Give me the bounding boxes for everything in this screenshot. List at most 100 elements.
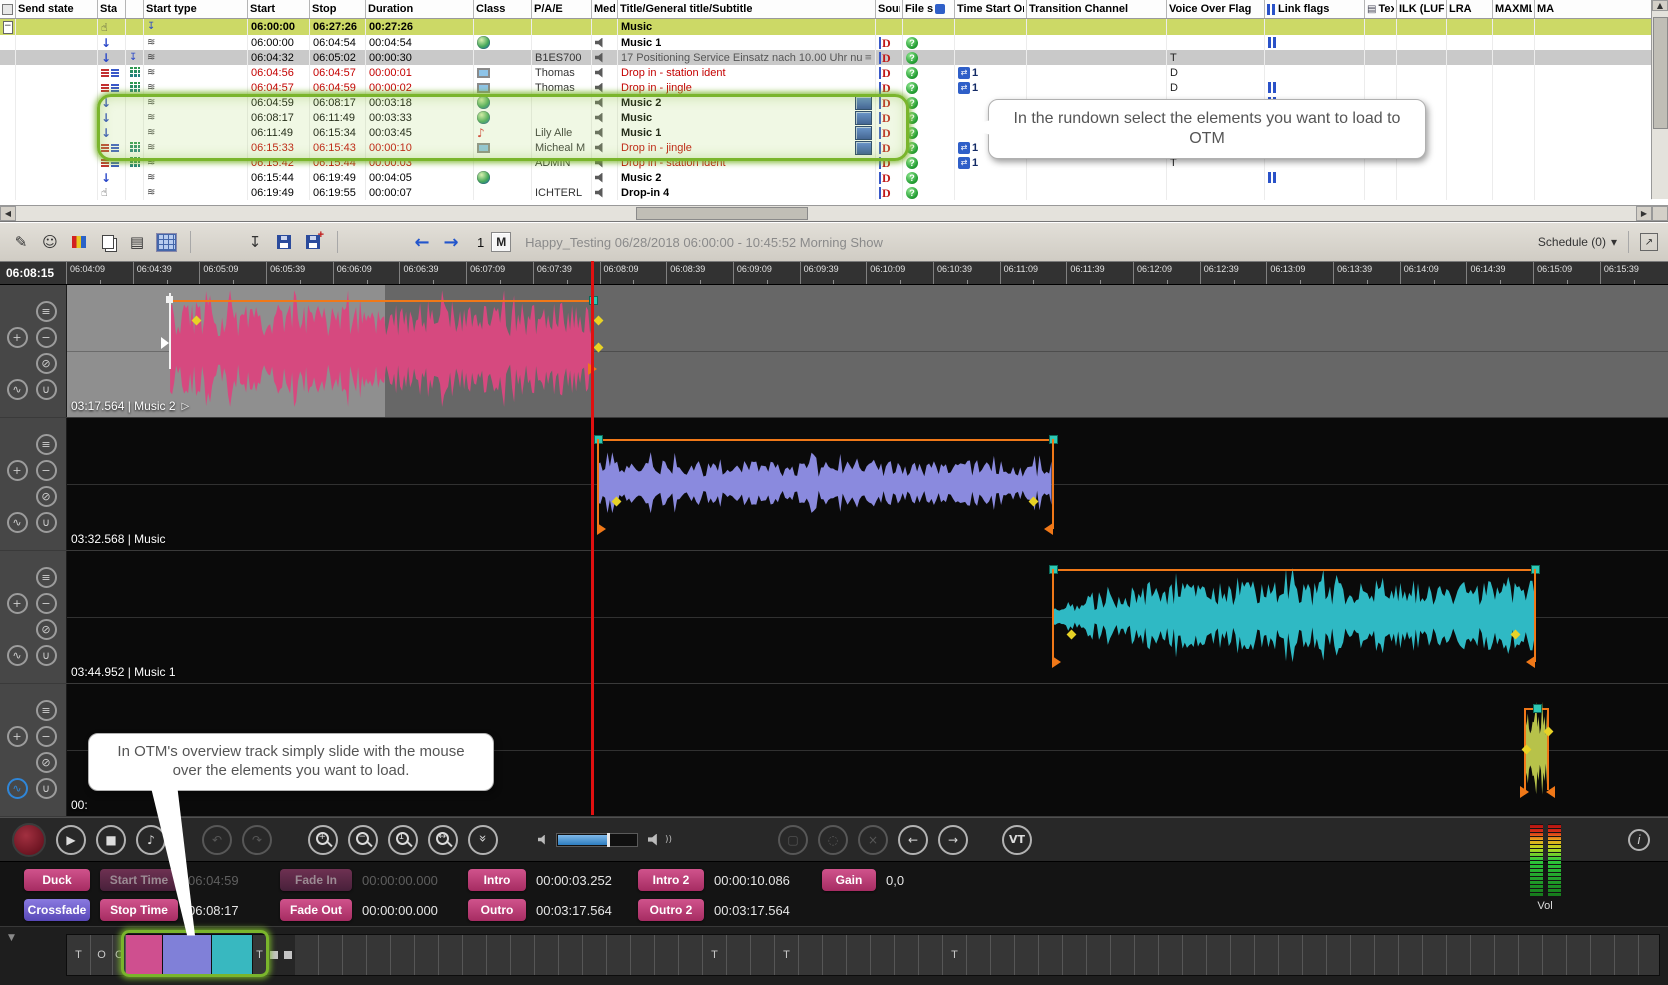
- forward-icon[interactable]: →: [440, 231, 462, 253]
- cancel-button[interactable]: ×: [858, 825, 888, 855]
- scrollbar-thumb[interactable]: [636, 207, 808, 220]
- zoom-in-button[interactable]: +: [308, 825, 338, 855]
- paste-icon[interactable]: ▤: [126, 231, 148, 253]
- overview-cell[interactable]: [1159, 935, 1183, 975]
- track-fade-button[interactable]: ∿: [7, 379, 28, 400]
- overview-cell[interactable]: T: [775, 935, 799, 975]
- column-header-ma[interactable]: MA: [1535, 0, 1652, 18]
- track-fade-button[interactable]: ∿: [7, 645, 28, 666]
- scrollbar-thumb[interactable]: [1653, 17, 1668, 129]
- overview-cell[interactable]: [1207, 935, 1231, 975]
- rundown-row[interactable]: ↓↧≋06:04:3206:05:0200:00:30B1ES70017 Pos…: [0, 50, 1652, 65]
- param-button-stop-time[interactable]: Stop Time: [100, 899, 178, 921]
- overview-cell[interactable]: [727, 935, 751, 975]
- clip-edge-handle[interactable]: [1044, 523, 1053, 535]
- overview-cell[interactable]: [919, 935, 943, 975]
- track-lane[interactable]: 03:17.564 | Music 2▷: [66, 285, 1668, 417]
- track-lane[interactable]: 03:44.952 | Music 1: [66, 551, 1668, 683]
- column-header-send_state[interactable]: Send state: [16, 0, 98, 18]
- overview-cell[interactable]: [895, 935, 919, 975]
- chevron-down-icon[interactable]: ▾: [1611, 235, 1617, 249]
- track-loop-button[interactable]: ∪: [36, 778, 57, 799]
- timeline-ruler[interactable]: 06:08:15 06:04:0906:04:3906:05:0906:05:3…: [0, 262, 1668, 285]
- overview-cell[interactable]: T: [253, 935, 267, 975]
- overview-cell[interactable]: [1423, 935, 1447, 975]
- column-header-transition_channel[interactable]: Transition Channel: [1027, 0, 1167, 18]
- overview-cell[interactable]: [871, 935, 895, 975]
- overview-cell[interactable]: [1087, 935, 1111, 975]
- process-button[interactable]: ◌: [818, 825, 848, 855]
- column-header-pae[interactable]: P/A/E: [532, 0, 592, 18]
- overview-cell[interactable]: [511, 935, 535, 975]
- overview-cell[interactable]: [583, 935, 607, 975]
- column-header-media[interactable]: Media: [592, 0, 618, 18]
- envelope-ramp[interactable]: [1547, 708, 1549, 790]
- column-header-sta[interactable]: Sta: [98, 0, 126, 18]
- track-minus-button[interactable]: −: [36, 327, 57, 348]
- track-minus-button[interactable]: −: [36, 593, 57, 614]
- envelope-ramp[interactable]: [597, 439, 599, 529]
- scroll-up-icon[interactable]: ▲: [1652, 0, 1668, 11]
- column-header-link_flags[interactable]: Link flags: [1265, 0, 1365, 18]
- track-minus-button[interactable]: −: [36, 726, 57, 747]
- rundown-row[interactable]: ≋06:04:5706:04:5900:00:02ThomasDrop in -…: [0, 80, 1652, 95]
- overview-cell[interactable]: [463, 935, 487, 975]
- next-button[interactable]: →: [938, 825, 968, 855]
- track-menu-button[interactable]: ≡: [36, 567, 57, 588]
- overview-cell[interactable]: [439, 935, 463, 975]
- column-header-start[interactable]: Start: [248, 0, 310, 18]
- track-minus-button[interactable]: −: [36, 460, 57, 481]
- column-header-expand[interactable]: [0, 0, 16, 18]
- param-button-outro[interactable]: Outro: [468, 899, 526, 921]
- overview-cell[interactable]: [415, 935, 439, 975]
- column-header-text[interactable]: ▤Text: [1365, 0, 1397, 18]
- param-button-fade-in[interactable]: Fade In: [280, 869, 352, 891]
- clip-start-line[interactable]: [169, 293, 171, 370]
- overview-cell[interactable]: [751, 935, 775, 975]
- load-icon[interactable]: ↧: [244, 231, 266, 253]
- play-button[interactable]: ▶: [56, 825, 86, 855]
- overview-clip-block[interactable]: [163, 935, 212, 975]
- overview-cell[interactable]: [655, 935, 679, 975]
- envelope-line[interactable]: [598, 439, 1053, 441]
- scrollbar-track[interactable]: [16, 206, 1636, 221]
- collapse-tracks-button[interactable]: «: [468, 825, 498, 855]
- column-header-start_type[interactable]: Start type: [144, 0, 248, 18]
- scroll-right-icon[interactable]: ▶: [1636, 206, 1652, 221]
- voice-track-button[interactable]: VT: [1002, 825, 1032, 855]
- track-fade-button[interactable]: ∿: [7, 778, 28, 799]
- overview-cell[interactable]: [967, 935, 991, 975]
- overview-cell[interactable]: [1567, 935, 1591, 975]
- schedule-dropdown[interactable]: Schedule (0): [1538, 235, 1606, 249]
- overview-cell[interactable]: [1111, 935, 1135, 975]
- track-plus-button[interactable]: +: [7, 726, 28, 747]
- mode-button[interactable]: M: [491, 232, 511, 252]
- overview-cell[interactable]: [1399, 935, 1423, 975]
- overview-cell[interactable]: [1063, 935, 1087, 975]
- param-button-fade-out[interactable]: Fade Out: [280, 899, 352, 921]
- overview-cell[interactable]: [559, 935, 583, 975]
- param-button-start-time[interactable]: Start Time: [100, 869, 178, 891]
- track-plus-button[interactable]: +: [7, 593, 28, 614]
- overview-cell[interactable]: [1591, 935, 1615, 975]
- volume-slider[interactable]: [556, 833, 638, 847]
- overview-cell[interactable]: [823, 935, 847, 975]
- param-button-intro-2[interactable]: Intro 2: [638, 869, 704, 891]
- overview-cell[interactable]: T: [67, 935, 91, 975]
- clip-edge-handle[interactable]: [597, 523, 606, 535]
- overview-cell[interactable]: [607, 935, 631, 975]
- overview-clip-block[interactable]: [126, 935, 163, 975]
- column-header-file_s[interactable]: File s: [903, 0, 955, 18]
- zoom-selection-button[interactable]: 1: [388, 825, 418, 855]
- color-flags-icon[interactable]: [68, 231, 90, 253]
- column-header-ilk[interactable]: ILK (LUF: [1397, 0, 1447, 18]
- column-header-stop[interactable]: Stop: [310, 0, 366, 18]
- track-trash-button[interactable]: ⊘: [36, 353, 57, 374]
- rundown-row[interactable]: ☝≋06:19:4906:19:5500:00:07ICHTERLDrop-in…: [0, 185, 1652, 200]
- overview-dropdown-icon[interactable]: ▼: [8, 933, 15, 943]
- rundown-row[interactable]: ≋06:04:5606:04:5700:00:01ThomasDrop in -…: [0, 65, 1652, 80]
- info-icon[interactable]: i: [1628, 829, 1650, 851]
- overview-cell[interactable]: C: [113, 935, 126, 975]
- overview-bar[interactable]: TOCTTTT: [66, 934, 1660, 976]
- track-loop-button[interactable]: ∪: [36, 512, 57, 533]
